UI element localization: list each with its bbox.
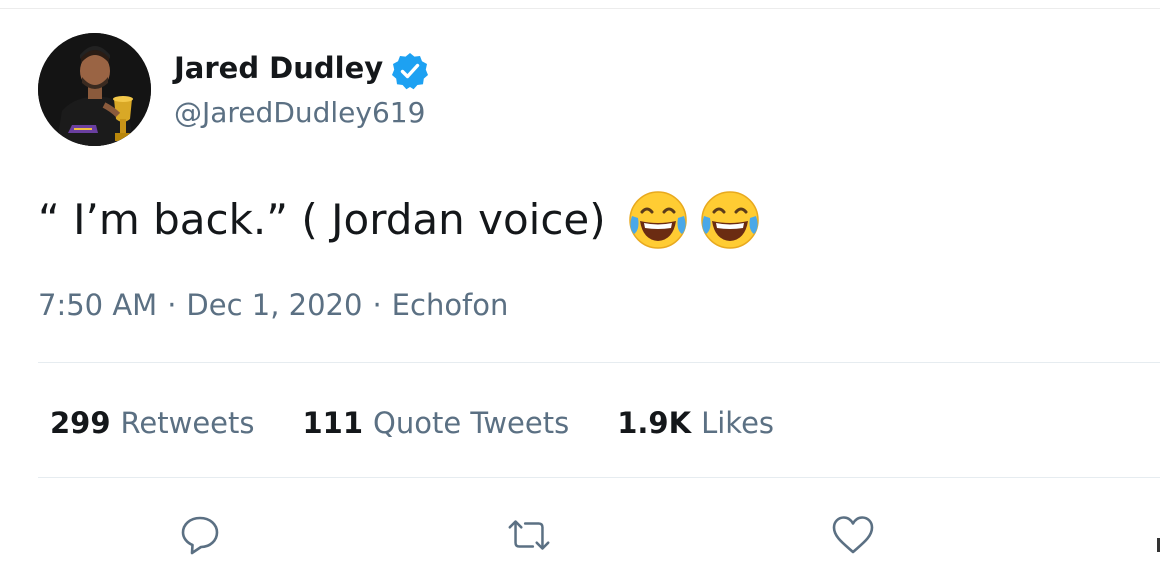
divider: [38, 362, 1160, 363]
user-handle[interactable]: @JaredDudley619: [174, 93, 425, 133]
retweet-button[interactable]: [504, 510, 554, 560]
tweet-body: “ I’m back.” ( Jordan voice): [38, 188, 762, 252]
heart-icon: [832, 516, 874, 554]
tweet-text: “ I’m back.” ( Jordan voice): [38, 195, 606, 244]
divider: [38, 477, 1160, 478]
tweet-source[interactable]: Echofon: [392, 288, 509, 322]
meta-separator: ·: [167, 288, 177, 322]
speech-bubble-icon: [181, 516, 219, 555]
tweet-date[interactable]: Dec 1, 2020: [186, 288, 362, 322]
quote-tweets-stat[interactable]: 111 Quote Tweets: [303, 403, 570, 443]
likes-count: 1.9K: [617, 406, 692, 440]
likes-label: Likes: [701, 406, 775, 440]
retweet-arrows-icon: [508, 520, 550, 550]
likes-stat[interactable]: 1.9K Likes: [617, 403, 774, 443]
retweets-stat[interactable]: 299 Retweets: [50, 403, 255, 443]
like-button[interactable]: [828, 510, 878, 560]
top-divider: [0, 8, 1160, 9]
face-with-tears-of-joy-icon: [628, 191, 687, 249]
avatar[interactable]: [38, 33, 151, 146]
face-with-tears-of-joy-icon: [700, 191, 759, 249]
quote-tweets-label: Quote Tweets: [373, 406, 570, 440]
retweets-label: Retweets: [120, 406, 255, 440]
display-name[interactable]: Jared Dudley: [174, 48, 383, 88]
tweet-stats: 299 Retweets 111 Quote Tweets 1.9K Likes: [50, 403, 822, 443]
tweet-time[interactable]: 7:50 AM: [38, 288, 157, 322]
meta-separator: ·: [372, 288, 382, 322]
verified-badge-icon: [392, 53, 428, 90]
tweet-meta: 7:50 AM · Dec 1, 2020 · Echofon: [38, 285, 508, 325]
quote-tweets-count: 111: [302, 406, 364, 440]
profile-photo-icon: [38, 33, 151, 146]
reply-button[interactable]: [175, 510, 225, 560]
retweets-count: 299: [50, 406, 111, 440]
